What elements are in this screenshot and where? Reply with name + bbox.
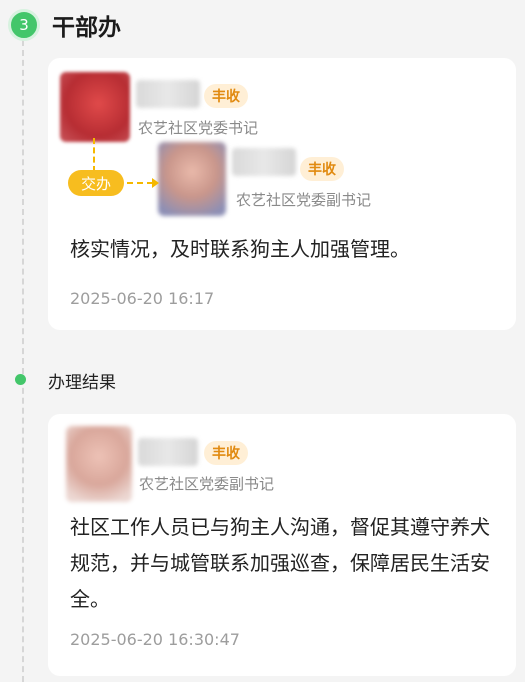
handover-badge: 交办 [68,170,124,196]
handover-arrow-icon [127,178,159,188]
step-header: 3 干部办 [8,9,121,41]
timeline-line [22,40,24,682]
step-number-badge: 3 [8,9,40,41]
role-text: 农艺社区党委书记 [138,119,259,137]
avatar [66,426,132,502]
result-content: 社区工作人员已与狗主人沟通，督促其遵守养犬规范，并与城管联系加强巡查，保障居民生… [70,515,490,611]
timestamp: 2025-06-20 16:17 [70,289,215,308]
name-redacted [136,80,200,108]
name-redacted [138,438,198,466]
avatar [60,72,130,142]
role-text: 农艺社区党委副书记 [236,191,372,209]
name-redacted [232,148,296,176]
step-title: 干部办 [52,15,121,41]
handover-connector [93,138,97,172]
avatar [158,142,226,216]
assignment-content: 核实情况，及时联系狗主人加强管理。 [70,237,410,261]
timeline-dot [15,374,26,385]
role-text: 农艺社区党委副书记 [139,475,275,493]
timestamp: 2025-06-20 16:30:47 [70,630,240,649]
village-tag: 丰收 [300,157,344,181]
assignment-card: 丰收 农艺社区党委书记 丰收 农艺社区党委副书记 核实情况，及时联系狗主人加强管… [48,58,516,330]
result-label: 办理结果 [48,373,116,393]
village-tag: 丰收 [204,84,248,108]
result-card: 丰收 农艺社区党委副书记 社区工作人员已与狗主人沟通，督促其遵守养犬规范，并与城… [48,414,516,676]
village-tag: 丰收 [204,441,248,465]
